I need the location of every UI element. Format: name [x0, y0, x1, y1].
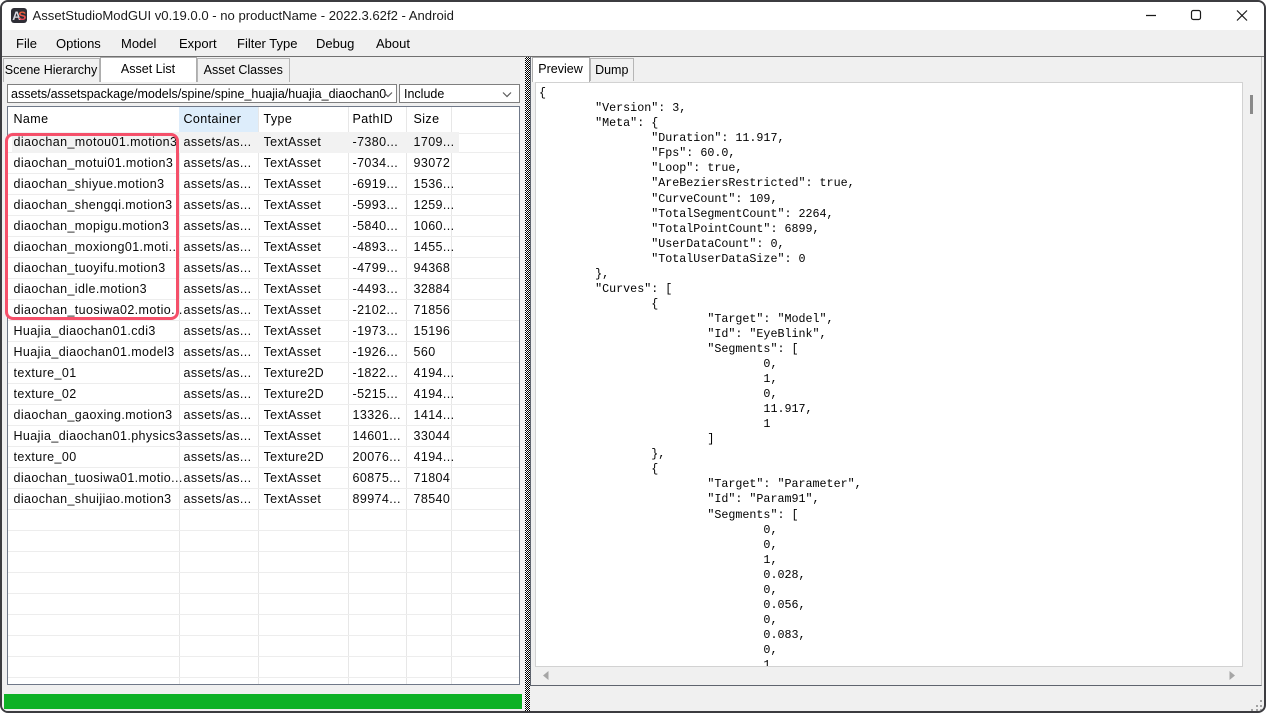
- svg-text:S: S: [18, 9, 26, 23]
